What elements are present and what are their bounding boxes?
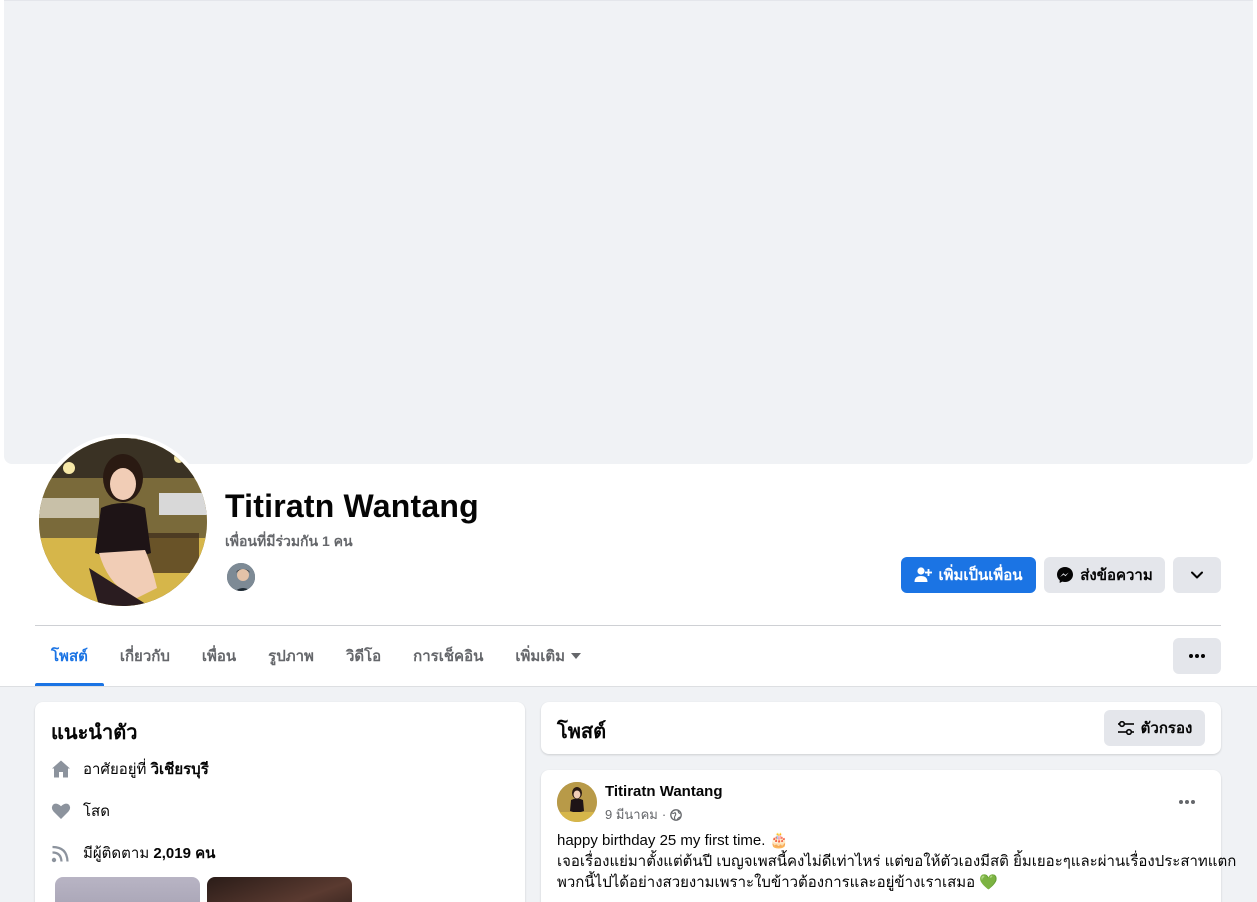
- post-meta-separator: ·: [661, 807, 667, 822]
- post-date[interactable]: 9 มีนาคม: [605, 804, 658, 825]
- post-author-photo: [557, 782, 597, 822]
- send-message-label: ส่งข้อความ: [1080, 567, 1153, 584]
- filter-sliders-icon: [1117, 721, 1134, 735]
- tab-label: วิดีโอ: [345, 648, 382, 665]
- add-friend-label: เพิ่มเป็นเพื่อน: [938, 567, 1023, 584]
- tab-label: รูปภาพ: [268, 648, 314, 665]
- featured-photo-1[interactable]: [55, 877, 200, 902]
- profile-tabs: โพสต์ เกี่ยวกับ เพื่อน รูปภาพ วิดีโอ การ…: [35, 626, 597, 686]
- intro-followers: มีผู้ติดตาม 2,019 คน: [51, 841, 215, 865]
- profile-picture[interactable]: [39, 438, 207, 606]
- more-horizontal-icon: [1189, 654, 1205, 658]
- post-text-line: เจอเรื่องแย่มาตั้งแต่ต้นปี เบญจเพสนี้คงไ…: [557, 853, 1237, 870]
- posts-header-card: โพสต์ ตัวกรอง: [541, 702, 1221, 754]
- profile-photo-image: [39, 438, 207, 606]
- post-options-button[interactable]: [1169, 784, 1205, 820]
- posts-title: โพสต์: [557, 721, 607, 743]
- followers-prefix: มีผู้ติดตาม: [83, 845, 150, 862]
- cover-photo[interactable]: [4, 0, 1253, 464]
- filter-button[interactable]: ตัวกรอง: [1104, 710, 1205, 746]
- profile-picture-frame[interactable]: [35, 434, 211, 610]
- lives-in-prefix: อาศัยอยู่ที่: [83, 761, 147, 778]
- messenger-icon: [1057, 567, 1074, 583]
- post-author-name[interactable]: Titiratn Wantang: [605, 783, 723, 800]
- post-body: happy birthday 25 my first time. 🎂 เจอเร…: [557, 830, 1237, 893]
- profile-name: Titiratn Wantang: [225, 488, 479, 524]
- add-friend-button[interactable]: เพิ่มเป็นเพื่อน: [901, 557, 1036, 593]
- post-text-line: happy birthday 25 my first time. 🎂: [557, 832, 789, 849]
- heart-icon: [51, 801, 71, 821]
- tab-videos[interactable]: วิดีโอ: [330, 626, 397, 686]
- profile-page: Titiratn Wantang เพื่อนที่มีร่วมกัน 1 คน…: [0, 0, 1257, 902]
- tab-checkins[interactable]: การเช็คอิน: [397, 626, 499, 686]
- add-friend-icon: [914, 567, 933, 582]
- intro-card: แนะนำตัว อาศัยอยู่ที่ วิเชียรบุรี โสด มี…: [35, 702, 525, 902]
- lives-in-place[interactable]: วิเชียรบุรี: [151, 761, 209, 778]
- tab-more[interactable]: เพิ่มเติม: [499, 626, 597, 686]
- globe-public-icon[interactable]: [670, 808, 683, 821]
- more-horizontal-icon: [1179, 800, 1195, 804]
- tab-photos[interactable]: รูปภาพ: [252, 626, 330, 686]
- send-message-button[interactable]: ส่งข้อความ: [1044, 557, 1165, 593]
- intro-lives-in: อาศัยอยู่ที่ วิเชียรบุรี: [51, 757, 209, 781]
- chevron-down-icon: [1191, 571, 1203, 579]
- tab-label: การเช็คอิน: [413, 648, 484, 665]
- home-icon: [51, 759, 71, 779]
- mutual-friend-avatar[interactable]: [225, 561, 257, 593]
- tabs-overflow-button[interactable]: [1173, 638, 1221, 674]
- tab-about[interactable]: เกี่ยวกับ: [104, 626, 186, 686]
- post-text-line: พวกนี้ไปได้อย่างสวยงามเพราะใบข้าวต้องการ…: [557, 874, 999, 891]
- tab-posts[interactable]: โพสต์: [35, 626, 104, 686]
- featured-photo-2[interactable]: [207, 877, 352, 902]
- profile-more-button[interactable]: [1173, 557, 1221, 593]
- relationship-status: โสด: [83, 803, 110, 820]
- tab-label: เพื่อน: [201, 648, 237, 665]
- post-author-avatar[interactable]: [557, 782, 597, 822]
- tab-label: เพิ่มเติม: [515, 648, 566, 665]
- post-meta: 9 มีนาคม ·: [605, 804, 683, 825]
- rss-feed-icon: [51, 843, 71, 863]
- mutual-friend-photo: [227, 563, 255, 591]
- intro-title: แนะนำตัว: [51, 722, 138, 744]
- filter-label: ตัวกรอง: [1140, 720, 1193, 737]
- tab-label: เกี่ยวกับ: [119, 648, 170, 665]
- tab-label: โพสต์: [51, 648, 88, 665]
- followers-count[interactable]: 2,019 คน: [153, 845, 215, 862]
- tab-friends[interactable]: เพื่อน: [186, 626, 252, 686]
- profile-header: Titiratn Wantang เพื่อนที่มีร่วมกัน 1 คน…: [0, 0, 1257, 687]
- mutual-friends-count[interactable]: เพื่อนที่มีร่วมกัน 1 คน: [225, 531, 353, 553]
- intro-relationship: โสด: [51, 799, 110, 823]
- caret-down-icon: [571, 653, 582, 659]
- post-card: Titiratn Wantang 9 มีนาคม · happy birthd…: [541, 770, 1237, 902]
